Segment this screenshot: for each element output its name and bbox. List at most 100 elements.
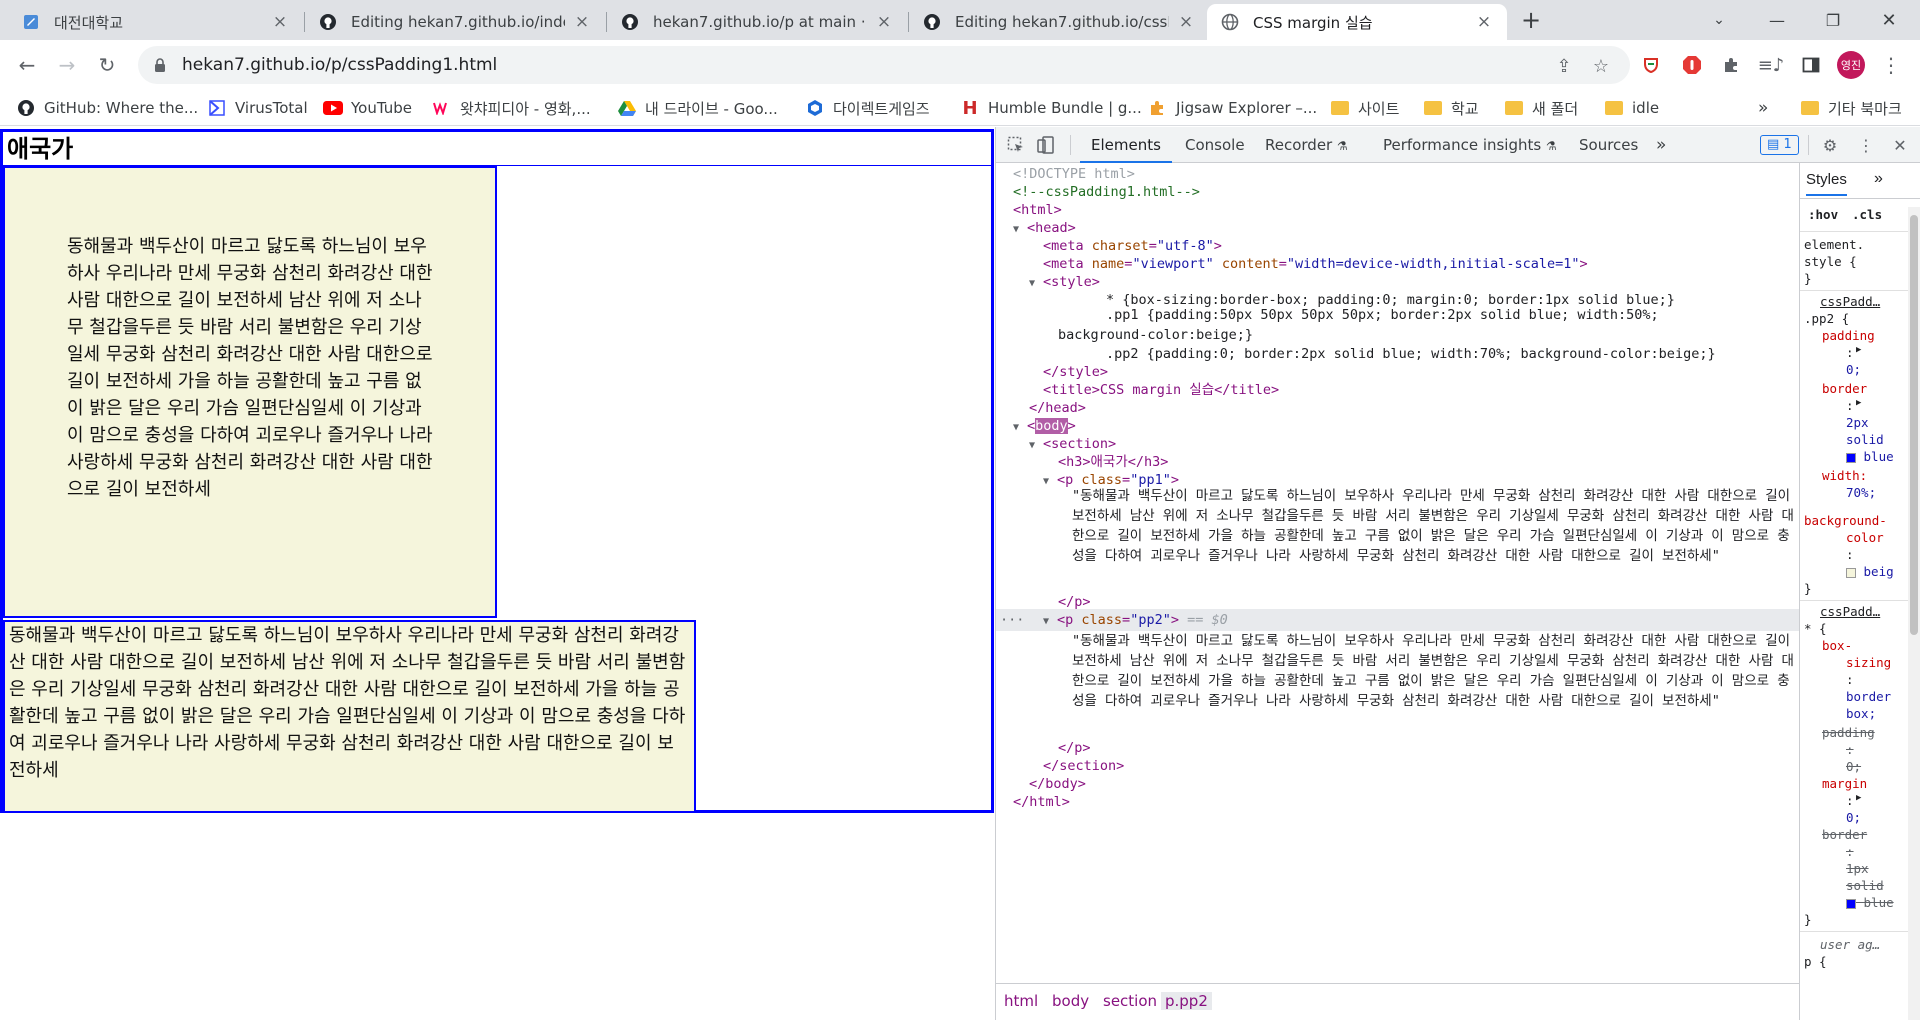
css-value-overridden[interactable]: solid	[1846, 878, 1884, 893]
close-devtools-icon[interactable]: ✕	[1888, 133, 1912, 157]
text-node-pp2[interactable]: "동해물과 백두산이 마르고 닳도록 하느님이 보우하사 우리나라 만세 무궁화…	[1072, 631, 1794, 711]
tab-elements[interactable]: Elements	[1080, 127, 1172, 163]
tab-github-p-folder[interactable]: hekan7.github.io/p at main · hek ×	[607, 4, 907, 40]
browser-menu-icon[interactable]: ⋮	[1876, 50, 1906, 80]
tab-css-margin[interactable]: CSS margin 실습 ×	[1207, 4, 1507, 40]
css-property-background-color[interactable]: background-	[1804, 513, 1887, 528]
reload-icon[interactable]: ↻	[92, 50, 122, 80]
css-property-padding-overridden[interactable]: padding	[1822, 725, 1875, 740]
window-close-icon[interactable]: ✕	[1874, 6, 1904, 34]
back-arrow-icon[interactable]: ←	[12, 50, 42, 80]
devtools-menu-icon[interactable]: ⋮	[1854, 133, 1878, 157]
restore-icon[interactable]: ❐	[1818, 6, 1848, 34]
css-property-border-overridden[interactable]: border	[1822, 827, 1867, 842]
minimize-icon[interactable]: —	[1762, 6, 1792, 34]
stylesheet-link[interactable]: cssPadd…	[1820, 604, 1880, 619]
css-value-overridden[interactable]: 0;	[1846, 759, 1861, 774]
tab-recorder[interactable]: Recorder ⚗	[1265, 127, 1348, 163]
tab-styles[interactable]: Styles	[1806, 171, 1847, 196]
css-property-box-sizing[interactable]: sizing	[1846, 655, 1891, 670]
ellipsis-icon[interactable]: ···	[1000, 609, 1024, 631]
bookmark-folder-idle[interactable]: idle	[1604, 95, 1659, 121]
css-value[interactable]: 0;	[1846, 810, 1861, 825]
bookmark-folder-school[interactable]: 학교	[1423, 95, 1479, 121]
css-value-color[interactable]: blue	[1846, 449, 1894, 464]
inspect-element-icon[interactable]	[1004, 133, 1028, 157]
bookmark-folder-new[interactable]: 새 폴더	[1504, 95, 1578, 121]
styles-scrollbar-thumb[interactable]	[1910, 215, 1918, 635]
css-property-padding[interactable]: padding	[1822, 328, 1875, 343]
css-value[interactable]: border	[1846, 689, 1891, 704]
breadcrumb-html[interactable]: html	[1004, 992, 1038, 1010]
extension-shield-icon[interactable]	[1636, 50, 1666, 80]
css-value-color[interactable]: beig	[1846, 564, 1894, 579]
tab-editing-index[interactable]: Editing hekan7.github.io/index.h ×	[305, 4, 605, 40]
bookmark-other-folder[interactable]: 기타 북마크	[1800, 95, 1902, 121]
bookmark-humble-bundle[interactable]: H Humble Bundle | g...	[960, 95, 1141, 121]
bookmark-directgames[interactable]: 다이렉트게임즈	[805, 95, 930, 121]
color-swatch[interactable]	[1846, 452, 1856, 463]
expand-triangle-icon[interactable]: ▶	[1856, 398, 1861, 408]
issues-badge[interactable]: ▤ 1	[1760, 135, 1799, 155]
profile-avatar[interactable]: 영진	[1836, 50, 1866, 80]
text-node-pp1[interactable]: "동해물과 백두산이 마르고 닳도록 하느님이 보우하사 우리나라 만세 무궁화…	[1072, 486, 1794, 566]
address-bar[interactable]: hekan7.github.io/p/cssPadding1.html ⇪ ☆	[138, 46, 1630, 84]
dom-node-p-pp2-selected[interactable]: ··· ▼ <p class="pp2"> == $0	[996, 609, 1799, 631]
tab-daejeon-univ[interactable]: 대전대학교 ×	[8, 4, 303, 40]
tab-search-icon[interactable]: ⌄	[1704, 6, 1734, 34]
css-property-width[interactable]: width:	[1822, 468, 1867, 483]
bookmark-jigsaw-explorer[interactable]: Jigsaw Explorer –...	[1148, 95, 1317, 121]
css-value[interactable]: solid	[1846, 432, 1884, 447]
tab-console[interactable]: Console	[1185, 127, 1245, 163]
close-icon[interactable]: ×	[875, 12, 893, 32]
stylesheet-link[interactable]: cssPadd…	[1820, 294, 1880, 309]
share-icon[interactable]: ⇪	[1553, 55, 1575, 77]
styles-more-button[interactable]: »	[1874, 170, 1883, 188]
expand-triangle-icon[interactable]: ▶	[1856, 793, 1861, 803]
tab-sources[interactable]: Sources	[1579, 127, 1638, 163]
color-swatch[interactable]	[1846, 898, 1856, 909]
bookmarks-overflow-button[interactable]: »	[1758, 95, 1768, 121]
tab-editing-csspadding[interactable]: Editing hekan7.github.io/cssPadd ×	[909, 4, 1209, 40]
hover-state-toggle[interactable]: :hov	[1808, 207, 1838, 222]
close-icon[interactable]: ×	[1475, 12, 1493, 32]
breadcrumb-section[interactable]: section	[1103, 992, 1157, 1010]
expand-triangle-icon[interactable]: ▼	[1043, 471, 1057, 493]
bookmark-github[interactable]: GitHub: Where the...	[16, 95, 198, 121]
close-icon[interactable]: ×	[573, 12, 591, 32]
tab-performance-insights[interactable]: Performance insights ⚗	[1383, 127, 1557, 163]
bookmark-google-drive[interactable]: 내 드라이브 - Goo...	[617, 95, 778, 121]
new-tab-button[interactable]: +	[1516, 6, 1546, 34]
more-tabs-button[interactable]: »	[1656, 127, 1666, 163]
class-toggle[interactable]: .cls	[1852, 207, 1882, 222]
css-value[interactable]: 0;	[1846, 362, 1861, 377]
bookmark-watcha[interactable]: 왓챠피디아 - 영화,...	[432, 95, 591, 121]
breadcrumb-p-pp2[interactable]: p.pp2	[1161, 992, 1212, 1010]
adblock-icon[interactable]	[1677, 50, 1707, 80]
css-property-background-color[interactable]: color	[1846, 530, 1884, 545]
color-swatch[interactable]	[1846, 567, 1856, 578]
css-property-border[interactable]: border	[1822, 381, 1867, 396]
css-rule-pp1[interactable]: .pp1 {padding:50px 50px 50px 50px; borde…	[1058, 305, 1748, 345]
device-toolbar-icon[interactable]	[1034, 133, 1058, 157]
css-value[interactable]: box;	[1846, 706, 1876, 721]
bookmark-virustotal[interactable]: VirusTotal	[207, 95, 308, 121]
expand-triangle-icon[interactable]: ▶	[1856, 345, 1861, 355]
bookmark-youtube[interactable]: YouTube	[323, 95, 412, 121]
css-value-overridden[interactable]: 1px	[1846, 861, 1869, 876]
close-icon[interactable]: ×	[271, 12, 289, 32]
extensions-puzzle-icon[interactable]	[1716, 50, 1746, 80]
forward-arrow-icon[interactable]: →	[52, 50, 82, 80]
side-panel-icon[interactable]	[1796, 50, 1826, 80]
bookmark-folder-site[interactable]: 사이트	[1330, 95, 1399, 121]
url-text[interactable]: hekan7.github.io/p/cssPadding1.html	[182, 55, 497, 75]
breadcrumb-body[interactable]: body	[1052, 992, 1089, 1010]
bookmark-star-icon[interactable]: ☆	[1590, 55, 1612, 77]
close-icon[interactable]: ×	[1177, 12, 1195, 32]
lock-icon[interactable]	[150, 58, 170, 72]
dom-node-html-close[interactable]: </html>	[996, 791, 1799, 813]
media-control-icon[interactable]: ≡♪	[1756, 50, 1786, 80]
css-property-margin[interactable]: margin	[1822, 776, 1867, 791]
css-value[interactable]: 70%;	[1846, 485, 1876, 500]
css-value[interactable]: 2px	[1846, 415, 1869, 430]
